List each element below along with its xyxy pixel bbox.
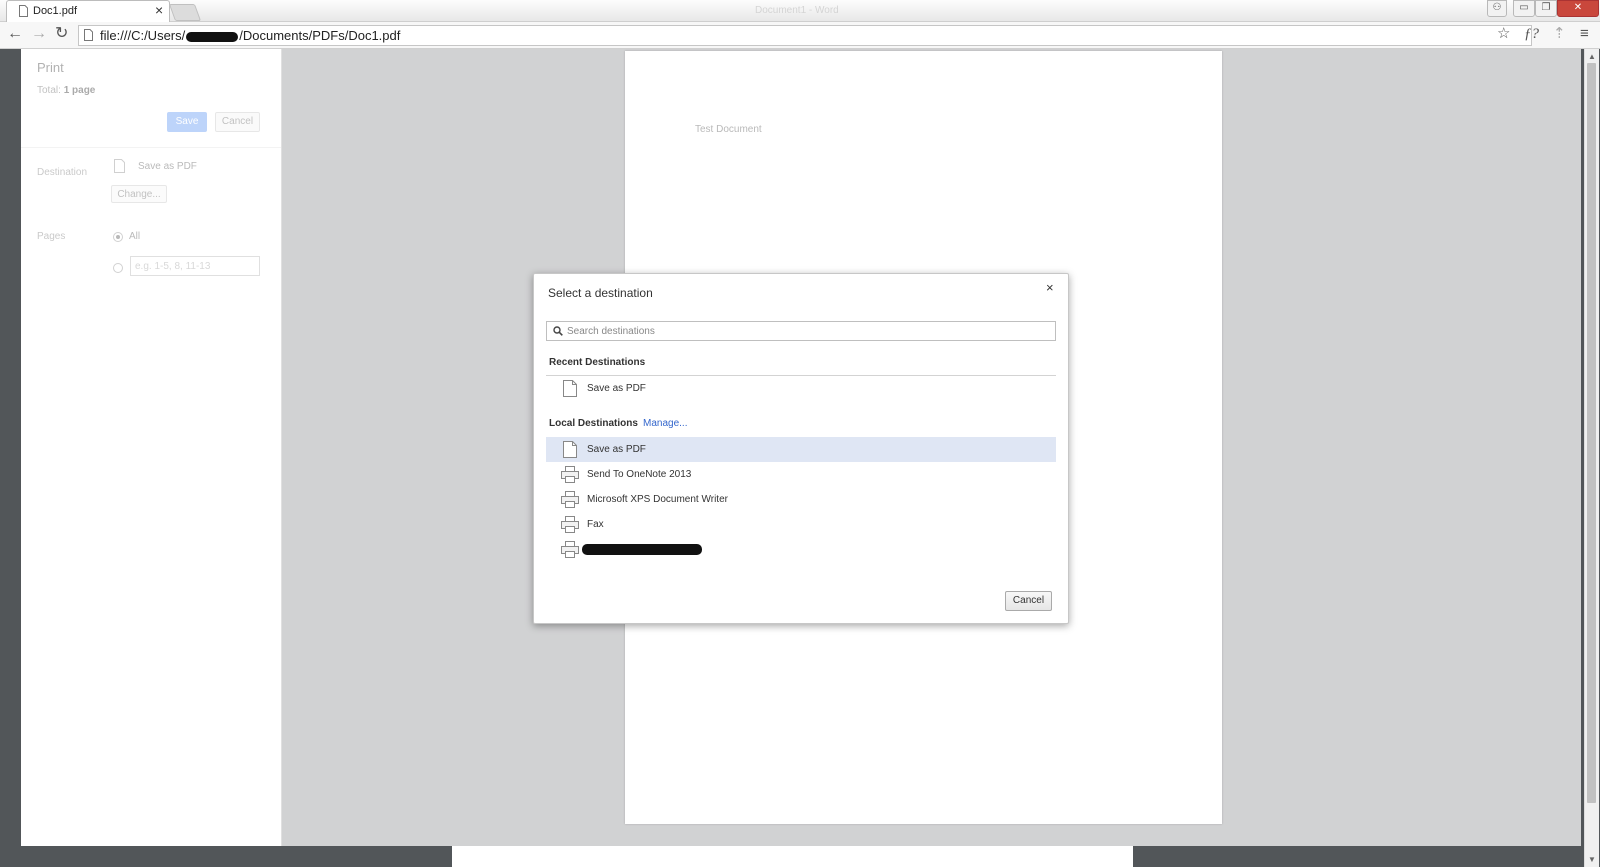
pages-range-input[interactable]: e.g. 1-5, 8, 11-13: [130, 256, 260, 276]
search-destinations-field[interactable]: [546, 321, 1056, 341]
close-window-button[interactable]: ✕: [1557, 0, 1599, 17]
reload-icon[interactable]: ↻: [55, 25, 68, 43]
recent-destination-save-as-pdf[interactable]: Save as PDF: [546, 376, 1056, 401]
document-icon: [563, 380, 577, 397]
scroll-thumb[interactable]: [1587, 63, 1596, 803]
scrollbar[interactable]: ▲ ▼: [1584, 49, 1599, 867]
forward-icon[interactable]: →: [31, 25, 47, 43]
manage-link[interactable]: Manage...: [643, 418, 687, 429]
menu-icon[interactable]: ≡: [1580, 25, 1589, 43]
scroll-up-icon[interactable]: ▲: [1588, 52, 1596, 61]
destination-label: Microsoft XPS Document Writer: [587, 494, 728, 505]
print-title: Print: [37, 60, 64, 75]
tab-title: Doc1.pdf: [33, 5, 78, 17]
printer-icon: [561, 541, 579, 558]
new-tab-button[interactable]: [168, 4, 202, 21]
local-destination-xps-writer[interactable]: Microsoft XPS Document Writer: [546, 487, 1056, 512]
destination-label: Send To OneNote 2013: [587, 469, 692, 480]
minimize-button[interactable]: ▭: [1513, 0, 1535, 17]
search-icon: [553, 326, 563, 336]
print-settings-panel: Print Total: 1 page Save Cancel Destinat…: [21, 49, 282, 846]
browser-titlebar: Doc1.pdf × Document1 - Word ⚇ ▭ ❐ ✕: [0, 0, 1600, 22]
select-destination-dialog: Select a destination × Recent Destinatio…: [533, 273, 1069, 624]
tab-close-icon[interactable]: ×: [155, 3, 163, 17]
local-destinations-heading: Local Destinations: [549, 418, 638, 429]
recent-destinations-heading: Recent Destinations: [549, 357, 646, 368]
scroll-down-icon[interactable]: ▼: [1588, 855, 1596, 864]
browser-toolbar: ← → ↻ file:///C:/Users//Documents/PDFs/D…: [0, 22, 1600, 49]
address-bar[interactable]: file:///C:/Users//Documents/PDFs/Doc1.pd…: [78, 25, 1532, 46]
dialog-title: Select a destination: [548, 286, 653, 300]
page-icon: [84, 29, 93, 41]
document-icon: [114, 159, 125, 173]
divider: [21, 147, 281, 148]
star-icon[interactable]: ☆: [1497, 25, 1510, 43]
change-destination-button[interactable]: Change...: [111, 185, 167, 203]
extension-icon[interactable]: ⇡: [1553, 25, 1566, 43]
printer-icon: [561, 516, 579, 533]
formula-extension-icon[interactable]: ƒ?: [1524, 25, 1539, 43]
page-icon: [19, 5, 28, 17]
user-icon[interactable]: ⚇: [1487, 0, 1507, 17]
print-total: Total: 1 page: [37, 85, 96, 96]
destination-label: Destination: [37, 167, 88, 178]
browser-tab[interactable]: Doc1.pdf ×: [6, 0, 170, 22]
save-button[interactable]: Save: [167, 112, 207, 132]
pages-all-radio[interactable]: [113, 232, 123, 242]
window-title: Document1 - Word: [755, 5, 839, 16]
local-destination-save-as-pdf[interactable]: Save as PDF: [546, 437, 1056, 462]
destination-label: Save as PDF: [587, 383, 646, 394]
printer-icon: [561, 466, 579, 483]
back-icon[interactable]: ←: [7, 25, 23, 43]
redacted-username: [186, 31, 239, 42]
redacted-printer-name: [582, 544, 702, 555]
destination-value: Save as PDF: [138, 161, 197, 172]
restore-button[interactable]: ❐: [1535, 0, 1557, 17]
local-destination-redacted-printer[interactable]: [546, 537, 1056, 562]
search-input[interactable]: [567, 323, 1047, 339]
close-icon[interactable]: ×: [1046, 280, 1054, 295]
dialog-cancel-button[interactable]: Cancel: [1005, 591, 1052, 611]
local-destination-fax[interactable]: Fax: [546, 512, 1056, 537]
preview-page-next: [452, 846, 1133, 867]
pages-range-radio[interactable]: [113, 263, 123, 273]
pages-label: Pages: [37, 231, 66, 242]
cancel-button[interactable]: Cancel: [215, 112, 260, 132]
url-text: file:///C:/Users//Documents/PDFs/Doc1.pd…: [100, 28, 401, 43]
destination-label: Save as PDF: [587, 444, 646, 455]
document-icon: [563, 441, 577, 458]
printer-icon: [561, 491, 579, 508]
pages-all-label: All: [129, 231, 141, 242]
local-destination-onenote[interactable]: Send To OneNote 2013: [546, 462, 1056, 487]
page-text: Test Document: [695, 124, 762, 135]
destination-label: Fax: [587, 519, 604, 530]
